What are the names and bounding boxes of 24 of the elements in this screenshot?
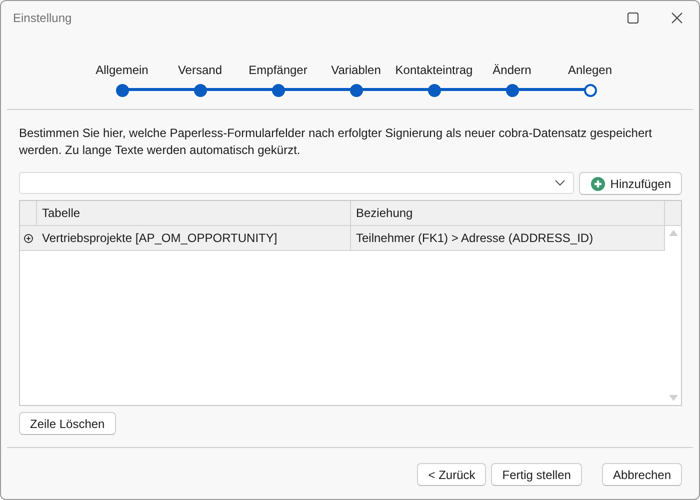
- column-header[interactable]: Beziehung: [351, 201, 665, 226]
- step-label: Versand: [178, 63, 222, 77]
- delete-row-button[interactable]: Zeile Löschen: [19, 412, 116, 435]
- chevron-down-icon: [555, 180, 566, 186]
- footer-button[interactable]: Fertig stellen: [491, 463, 582, 486]
- step-label: Ändern: [492, 63, 532, 77]
- footer-button[interactable]: < Zurück: [417, 463, 486, 486]
- scroll-down-icon[interactable]: [668, 395, 678, 401]
- add-button[interactable]: Hinzufügen: [579, 172, 682, 195]
- table-dropdown[interactable]: [19, 172, 574, 194]
- step-label: Kontakteintrag: [395, 63, 473, 77]
- window-title: Einstellung: [13, 11, 73, 25]
- step-label: Allgemein: [96, 63, 148, 77]
- step-label: Variablen: [331, 63, 381, 77]
- table-cell: Vertriebsprojekte [AP_OM_OPPORTUNITY]: [37, 226, 351, 251]
- scroll-up-icon[interactable]: [668, 230, 678, 236]
- column-header[interactable]: Tabelle: [37, 201, 351, 226]
- table-cell: Teilnehmer (FK1) > Adresse (ADDRESS_ID): [351, 226, 665, 251]
- step-label: Anlegen: [568, 63, 612, 77]
- step-label: Empfänger: [248, 63, 308, 77]
- description-text: Bestimmen Sie hier, welche Paperless-Formularfelder nach erfolgter Signierung als neuer cobra-Datensatz gespeichert werden. Zu lange Texte werden automatisch gekürzt.: [19, 125, 653, 159]
- expand-icon[interactable]: [24, 234, 33, 242]
- plus-icon: [591, 176, 606, 190]
- footer-button[interactable]: Abbrechen: [602, 463, 682, 486]
